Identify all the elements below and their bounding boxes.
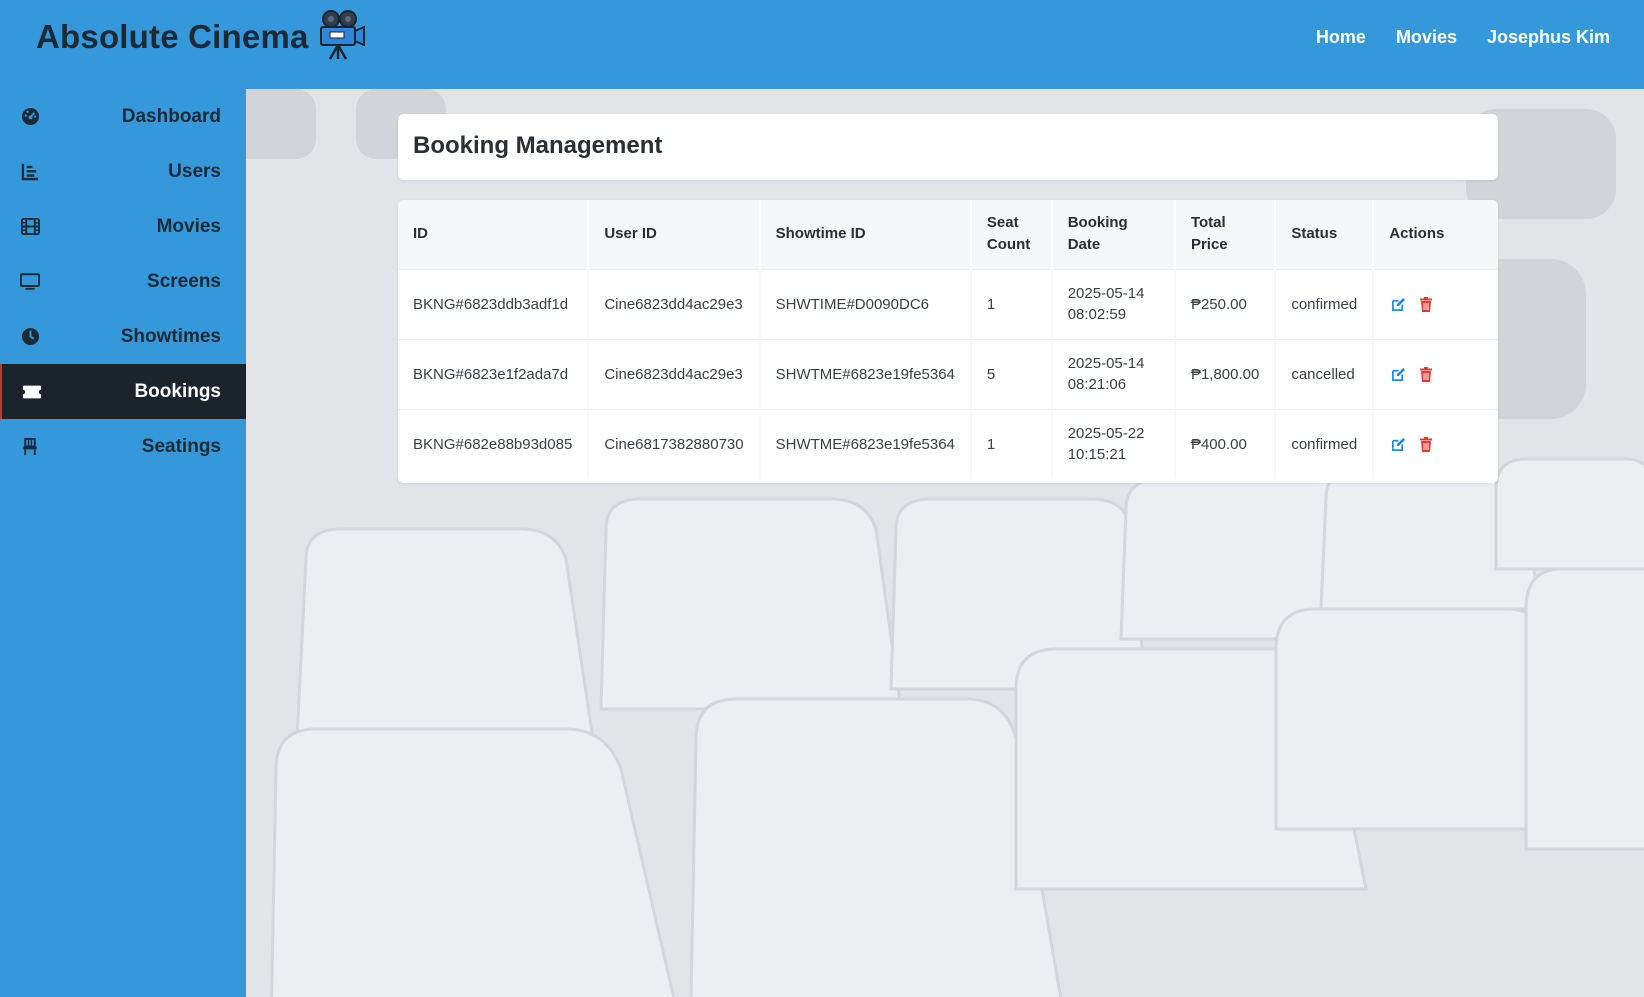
gauge-icon xyxy=(20,107,40,127)
column-header[interactable]: User ID xyxy=(588,200,761,269)
seat-count-cell: 1 xyxy=(970,408,1053,479)
sidebar-item-label: Showtimes xyxy=(120,325,221,347)
column-header[interactable]: ID xyxy=(398,200,590,269)
table-row: BKNG#6823ddb3adf1d Cine6823dd4ac29e3 SHW… xyxy=(398,268,1498,339)
sidebar-item-seatings[interactable]: Seatings xyxy=(0,419,246,474)
table-header-row: ID User ID Showtime ID Seat Count Bookin… xyxy=(398,200,1498,269)
actions-cell xyxy=(1373,268,1498,339)
sidebar-item-showtimes[interactable]: Showtimes xyxy=(0,309,246,364)
user-id-cell: Cine6817382880730 xyxy=(588,408,761,479)
booking-date-cell: 2025-05-14 08:21:06 xyxy=(1051,338,1176,409)
top-nav: Home Movies Josephus Kim xyxy=(1316,27,1610,48)
actions-cell xyxy=(1373,408,1498,479)
status-cell: confirmed xyxy=(1275,268,1375,339)
sidebar-item-label: Dashboard xyxy=(121,105,221,127)
booking-id-cell: BKNG#6823e1f2ada7d xyxy=(398,338,590,409)
column-header[interactable]: Showtime ID xyxy=(759,200,972,269)
sidebar-item-label: Bookings xyxy=(134,380,221,402)
movie-camera-icon xyxy=(320,10,365,60)
main-content: Booking Management ID User ID Showtime I… xyxy=(246,89,1644,997)
showtime-id-cell: SHWTME#6823e19fe5364 xyxy=(759,408,972,479)
user-id-cell: Cine6823dd4ac29e3 xyxy=(588,268,761,339)
trash-icon[interactable] xyxy=(1417,365,1435,383)
chair-icon xyxy=(20,437,40,457)
trash-icon[interactable] xyxy=(1417,435,1435,453)
edit-icon[interactable] xyxy=(1389,295,1407,313)
status-cell: cancelled xyxy=(1275,338,1375,409)
sidebar-item-movies[interactable]: Movies xyxy=(0,199,246,254)
sidebar-item-dashboard[interactable]: Dashboard xyxy=(0,89,246,144)
nav-user-link[interactable]: Josephus Kim xyxy=(1487,27,1610,48)
sidebar-item-bookings[interactable]: Bookings xyxy=(0,364,246,419)
total-price-cell: ₱250.00 xyxy=(1174,268,1277,339)
column-header: Actions xyxy=(1373,200,1498,269)
sidebar-item-label: Users xyxy=(168,160,221,182)
column-header[interactable]: Seat Count xyxy=(970,200,1053,269)
brand-title[interactable]: Absolute Cinema xyxy=(36,18,309,56)
showtime-id-cell: SHWTIME#D0090DC6 xyxy=(759,268,972,339)
booking-id-cell: BKNG#6823ddb3adf1d xyxy=(398,268,590,339)
monitor-icon xyxy=(20,272,40,292)
film-icon xyxy=(20,217,40,237)
user-id-cell: Cine6823dd4ac29e3 xyxy=(588,338,761,409)
bookings-table-card: ID User ID Showtime ID Seat Count Bookin… xyxy=(398,200,1498,483)
booking-date-cell: 2025-05-14 08:02:59 xyxy=(1051,268,1176,339)
actions-cell xyxy=(1373,338,1498,409)
nav-movies-link[interactable]: Movies xyxy=(1396,27,1457,48)
top-navbar: Absolute Cinema Home Movies Josephus Kim xyxy=(0,0,1644,89)
booking-id-cell: BKNG#682e88b93d085 xyxy=(398,408,590,479)
status-cell: confirmed xyxy=(1275,408,1375,479)
clock-icon xyxy=(20,327,40,347)
sidebar-item-screens[interactable]: Screens xyxy=(0,254,246,309)
sidebar-item-label: Movies xyxy=(156,215,221,237)
sidebar-item-label: Seatings xyxy=(141,435,221,457)
sidebar-item-label: Screens xyxy=(147,270,221,292)
edit-icon[interactable] xyxy=(1389,435,1407,453)
seat-count-cell: 1 xyxy=(970,268,1053,339)
edit-icon[interactable] xyxy=(1389,365,1407,383)
chart-icon xyxy=(20,162,40,182)
column-header[interactable]: Total Price xyxy=(1174,200,1277,269)
sidebar-item-users[interactable]: Users xyxy=(0,144,246,199)
table-row: BKNG#682e88b93d085 Cine6817382880730 SHW… xyxy=(398,408,1498,479)
column-header[interactable]: Booking Date xyxy=(1051,200,1176,269)
column-header[interactable]: Status xyxy=(1275,200,1375,269)
booking-date-cell: 2025-05-22 10:15:21 xyxy=(1051,408,1176,479)
page-title-card: Booking Management xyxy=(398,114,1498,180)
bookings-table: ID User ID Showtime ID Seat Count Bookin… xyxy=(398,200,1498,479)
total-price-cell: ₱1,800.00 xyxy=(1174,338,1277,409)
showtime-id-cell: SHWTME#6823e19fe5364 xyxy=(759,338,972,409)
table-row: BKNG#6823e1f2ada7d Cine6823dd4ac29e3 SHW… xyxy=(398,338,1498,409)
ticket-icon xyxy=(22,382,42,402)
page-title: Booking Management xyxy=(413,132,663,159)
sidebar: Dashboard Users Movies Screens Showtimes… xyxy=(0,89,246,997)
total-price-cell: ₱400.00 xyxy=(1174,408,1277,479)
nav-home-link[interactable]: Home xyxy=(1316,27,1366,48)
seat-count-cell: 5 xyxy=(970,338,1053,409)
trash-icon[interactable] xyxy=(1417,295,1435,313)
